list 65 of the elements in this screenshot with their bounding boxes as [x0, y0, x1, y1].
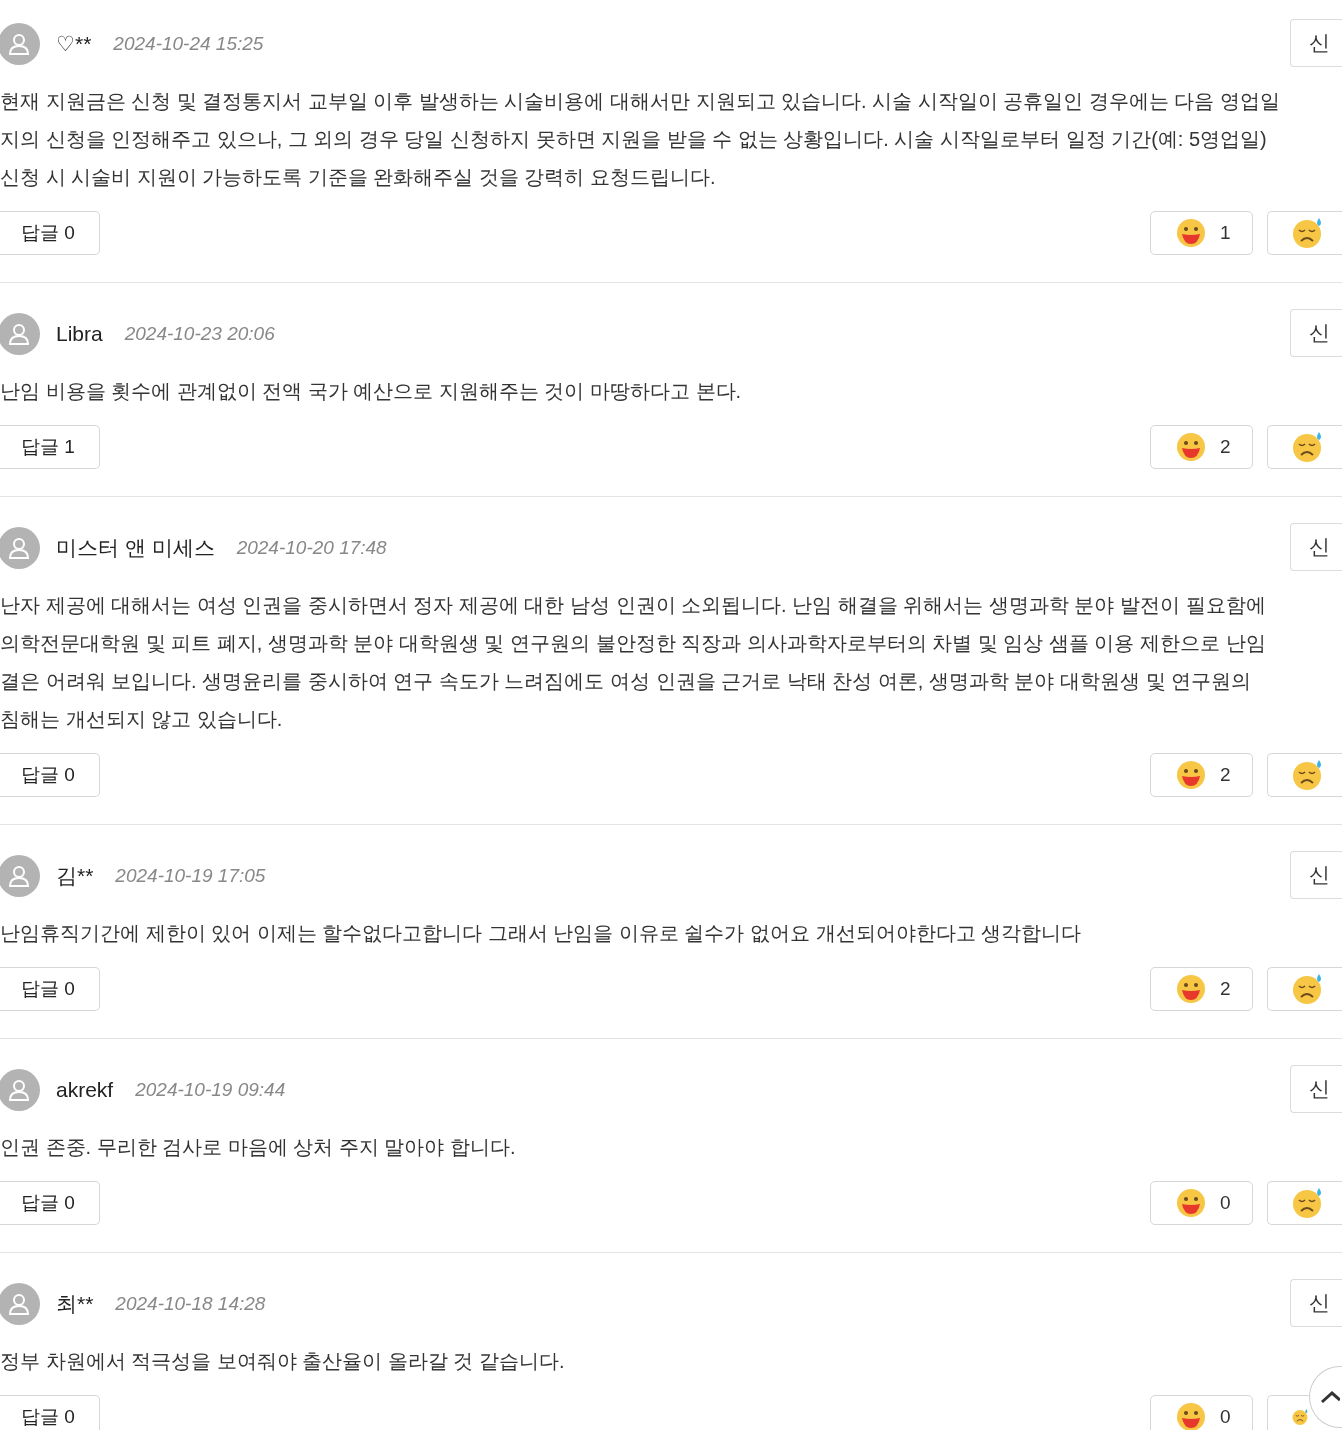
avatar-icon: [0, 527, 40, 569]
grinning-face-icon: [1176, 974, 1206, 1004]
comment-text-line: 신청 시 시술비 지원이 가능하도록 기준을 완화해주실 것을 강력히 요청드립니다.: [0, 165, 716, 190]
dislike-button[interactable]: [1267, 211, 1342, 255]
comment-text-line: 결은 어려워 보입니다. 생명윤리를 중시하여 연구 속도가 느려짐에도 여성 인권을 근거로 낙태 찬성 여론, 생명과학 분야 대학원생 및 연구원의: [0, 669, 1252, 694]
avatar-icon: [0, 313, 40, 355]
comment-date: 2024-10-20 17:48: [236, 535, 387, 560]
like-button[interactable]: 2: [1150, 425, 1253, 469]
grinning-face-icon: [1176, 218, 1206, 248]
caret-up-icon: [1320, 1389, 1340, 1405]
like-button[interactable]: 0: [1150, 1181, 1253, 1225]
dislike-button[interactable]: [1267, 967, 1342, 1011]
comment-date: 2024-10-19 17:05: [115, 863, 266, 888]
like-button[interactable]: 2: [1150, 753, 1253, 797]
reply-button[interactable]: 답글 0: [0, 1181, 100, 1225]
comment-date: 2024-10-24 15:25: [113, 31, 264, 56]
sad-face-icon: [1292, 217, 1324, 249]
report-button[interactable]: 신: [1290, 1065, 1342, 1113]
reply-button[interactable]: 답글 0: [0, 967, 100, 1011]
author-name: 김**: [56, 863, 94, 890]
scroll-to-top-button[interactable]: [1309, 1366, 1342, 1428]
comment-text-line: 인권 존중. 무리한 검사로 마음에 상처 주지 말아야 합니다.: [0, 1135, 516, 1160]
like-button[interactable]: 0: [1150, 1395, 1253, 1430]
sad-face-icon: [1292, 973, 1324, 1005]
dislike-button[interactable]: [1267, 425, 1342, 469]
comment-date: 2024-10-18 14:28: [115, 1291, 266, 1316]
comment-date: 2024-10-23 20:06: [124, 321, 275, 346]
sad-face-icon: [1292, 759, 1324, 791]
report-button[interactable]: 신: [1290, 1279, 1342, 1327]
reply-button[interactable]: 답글 0: [0, 1395, 100, 1430]
author-name: ♡**: [56, 31, 92, 58]
author-name: 미스터 앤 미세스: [56, 535, 215, 562]
comment-text-line: 난임휴직기간에 제한이 있어 이제는 할수없다고합니다 그래서 난임을 이유로 쉴수가 없어요 개선되어야한다고 생각합니다: [0, 921, 1082, 946]
comment-text-line: 난자 제공에 대해서는 여성 인권을 중시하면서 정자 제공에 대한 남성 인권이 소외됩니다. 난임 해결을 위해서는 생명과학 분야 발전이 필요함에: [0, 593, 1266, 618]
report-button[interactable]: 신: [1290, 309, 1342, 357]
sad-face-icon: [1292, 1187, 1324, 1219]
reply-button[interactable]: 답글 0: [0, 753, 100, 797]
author-name: akrekf: [56, 1077, 114, 1104]
grinning-face-icon: [1176, 1402, 1206, 1430]
comment-text-line: 현재 지원금은 신청 및 결정통지서 교부일 이후 발생하는 시술비용에 대해서만 지원되고 있습니다. 시술 시작일이 공휴일인 경우에는 다음 영업일: [0, 89, 1281, 114]
reply-button[interactable]: 답글 1: [0, 425, 100, 469]
like-button[interactable]: 2: [1150, 967, 1253, 1011]
report-button[interactable]: 신: [1290, 523, 1342, 571]
grinning-face-icon: [1176, 1188, 1206, 1218]
report-button[interactable]: 신: [1290, 19, 1342, 67]
comment-text-line: 지의 신청을 인정해주고 있으나, 그 외의 경우 당일 신청하지 못하면 지원을 받을 수 없는 상황입니다. 시술 시작일로부터 일정 기간(예: 5영업일): [0, 127, 1267, 152]
report-button[interactable]: 신: [1290, 851, 1342, 899]
dislike-button[interactable]: [1267, 753, 1342, 797]
comment-date: 2024-10-19 09:44: [135, 1077, 286, 1102]
comment-text-line: 난임 비용을 횟수에 관계없이 전액 국가 예산으로 지원해주는 것이 마땅하다고 본다.: [0, 379, 742, 404]
sad-face-icon: [1292, 431, 1324, 463]
avatar-icon: [0, 23, 40, 65]
reply-button[interactable]: 답글 0: [0, 211, 100, 255]
grinning-face-icon: [1176, 760, 1206, 790]
avatar-icon: [0, 855, 40, 897]
avatar-icon: [0, 1069, 40, 1111]
grinning-face-icon: [1176, 432, 1206, 462]
like-button[interactable]: 1: [1150, 211, 1253, 255]
comment-text-line: 침해는 개선되지 않고 있습니다.: [0, 707, 283, 732]
comment-text-line: 정부 차원에서 적극성을 보여줘야 출산율이 올라갈 것 같습니다.: [0, 1349, 565, 1374]
comment-text-line: 의학전문대학원 및 피트 폐지, 생명과학 분야 대학원생 및 연구원의 불안정한 직장과 의사과학자로부터의 차별 및 임상 샘플 이용 제한으로 난임: [0, 631, 1266, 656]
author-name: 최**: [56, 1291, 94, 1318]
avatar-icon: [0, 1283, 40, 1325]
dislike-button[interactable]: [1267, 1181, 1342, 1225]
author-name: Libra: [56, 321, 103, 348]
